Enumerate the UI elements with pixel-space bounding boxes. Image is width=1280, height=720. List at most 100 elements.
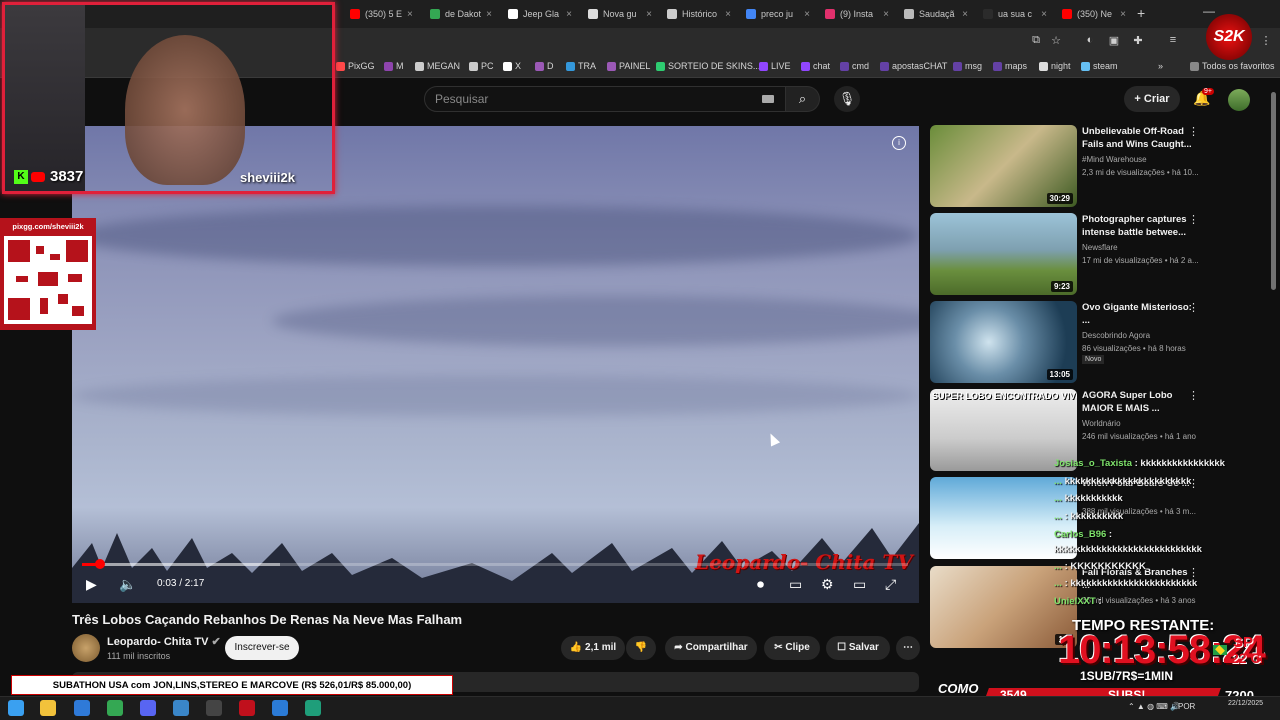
subscribe-button[interactable]: Inscrever-se [225,636,299,660]
more-options-icon[interactable]: ⋮ [1188,213,1199,226]
play-button[interactable]: ▶ [86,576,97,593]
account-avatar[interactable] [1228,89,1250,111]
tab-close-icon[interactable]: × [1120,9,1126,20]
recommended-video[interactable]: 9:23 Photographer captures intense battle… [930,213,1270,296]
recommended-title[interactable]: Unbelievable Off-Road Fails and Wins Cau… [1082,125,1192,151]
recommended-channel[interactable]: Descobrindo Agora [1082,329,1150,342]
tray-icons[interactable]: ⌃ ▲ ◍ ⌨ 🔊 [1128,702,1180,711]
create-button[interactable]: + Criar [1124,86,1180,112]
scrollbar[interactable] [1271,92,1276,290]
discord-icon[interactable] [140,700,156,716]
save-button[interactable]: ☐ Salvar [826,636,890,660]
bookmark-item[interactable]: D [535,61,554,71]
browser-tab[interactable]: ua sua c × [983,4,1047,24]
subtitles-icon[interactable]: ▭ [789,576,802,593]
recommended-channel[interactable]: Worldnário [1082,417,1121,430]
bookmark-star-icon[interactable]: ☆ [1049,34,1063,48]
more-options-icon[interactable]: ⋮ [1188,125,1199,138]
bookmark-item[interactable]: maps [993,61,1027,71]
recommended-title[interactable]: Photographer captures intense battle bet… [1082,213,1192,239]
like-button[interactable]: 👍 2,1 mil [561,636,625,660]
clip-button[interactable]: ✂ Clipe [764,636,820,660]
tab-close-icon[interactable]: × [1041,9,1047,20]
browser-tab[interactable]: (350) 5 E × [350,4,412,24]
more-actions-icon[interactable]: ⋯ [896,636,920,660]
theater-mode-icon[interactable]: ▭ [853,576,866,593]
extension-icon-2[interactable]: ▣ [1107,34,1121,48]
browser-tab[interactable]: de Dakot × [430,4,492,24]
bookmark-item[interactable]: PC [469,61,494,71]
video-thumbnail[interactable]: 13:05 [930,301,1077,383]
store-icon[interactable] [74,700,90,716]
search-button[interactable]: ⌕ [786,86,820,112]
more-options-icon[interactable]: ⋮ [1188,301,1199,314]
browser-tab[interactable]: Histórico × [667,4,731,24]
browser-tab[interactable]: Nova gu × [588,4,652,24]
bookmark-item[interactable]: chat [801,61,830,71]
tab-close-icon[interactable]: × [804,9,810,20]
record-icon[interactable] [239,700,255,716]
channel-avatar[interactable] [72,634,100,662]
tab-close-icon[interactable]: × [407,9,412,20]
obs-icon[interactable] [206,700,222,716]
channel-name[interactable]: Leopardo- Chita TV ✔ [107,635,221,648]
reading-list-icon[interactable]: ≡ [1166,34,1180,48]
extension-icon[interactable]: ◐ [1083,34,1097,48]
install-icon[interactable]: ⧉ [1029,34,1043,48]
bookmark-item[interactable]: X [503,61,521,71]
keyboard-icon[interactable] [762,95,774,103]
bookmark-item[interactable]: msg [953,61,982,71]
bookmarks-more-icon[interactable]: » [1158,61,1163,71]
video-thumbnail[interactable]: 9:23 [930,213,1077,295]
bookmark-item[interactable]: PixGG [336,61,375,71]
app-icon-2[interactable] [272,700,288,716]
bookmark-item[interactable]: night [1039,61,1071,71]
app-icon-3[interactable] [305,700,321,716]
clock[interactable]: 22/12/2025 [1228,699,1263,708]
fullscreen-icon[interactable]: ⤢ [885,576,896,593]
app-icon[interactable] [173,700,189,716]
volume-icon[interactable]: 🔈 [119,576,136,593]
autoplay-toggle[interactable]: ⏺ [757,576,764,593]
dislike-button[interactable]: 👎 [626,636,656,660]
extensions-puzzle-icon[interactable]: ✚ [1131,34,1145,48]
tab-close-icon[interactable]: × [962,9,968,20]
file-explorer-icon[interactable] [40,700,56,716]
all-favorites-folder[interactable]: Todos os favoritos [1190,61,1275,71]
chrome-icon[interactable] [107,700,123,716]
windows-start-icon[interactable] [8,700,24,716]
recommended-video[interactable]: 30:29 Unbelievable Off-Road Fails and Win… [930,125,1270,208]
browser-tab[interactable]: (9) Insta × [825,4,889,24]
tab-close-icon[interactable]: × [486,9,492,20]
browser-menu-icon[interactable]: ⋮ [1259,34,1273,48]
new-tab-button[interactable]: + [1137,5,1145,21]
progress-bar[interactable] [82,563,908,566]
video-thumbnail[interactable]: 30:29 [930,125,1077,207]
minimize-icon[interactable]: — [1203,4,1215,18]
browser-tab[interactable]: preco ju × [746,4,810,24]
language-indicator[interactable]: POR [1178,702,1195,711]
tab-close-icon[interactable]: × [725,9,731,20]
bookmark-item[interactable]: apostasCHAT [880,61,947,71]
recommended-channel[interactable]: Newsflare [1082,241,1118,254]
tab-close-icon[interactable]: × [566,9,572,20]
bookmark-item[interactable]: cmd [840,61,869,71]
recommended-channel[interactable]: #Mind Warehouse [1082,153,1147,166]
browser-tab[interactable]: (350) Ne × [1062,4,1126,24]
recommended-video[interactable]: 13:05 Ovo Gigante Misterioso: ... Descobri… [930,301,1270,384]
share-button[interactable]: ➦ Compartilhar [665,636,757,660]
bookmark-item[interactable]: M [384,61,404,71]
tab-close-icon[interactable]: × [646,9,652,20]
bookmark-item[interactable]: PAINEL [607,61,650,71]
bookmark-item[interactable]: SORTEIO DE SKINS... [656,61,760,71]
video-player[interactable] [72,126,919,603]
settings-gear-icon[interactable]: ⚙ [821,576,834,593]
bookmark-item[interactable]: TRA [566,61,596,71]
recommended-title[interactable]: Ovo Gigante Misterioso: ... [1082,301,1192,327]
bookmark-item[interactable]: LIVE [759,61,791,71]
voice-search-button[interactable]: 🎙 [834,86,860,112]
bookmark-item[interactable]: steam [1081,61,1118,71]
recommended-title[interactable]: AGORA Super Lobo MAIOR E MAIS ... [1082,389,1192,415]
bookmark-item[interactable]: MEGAN [415,61,460,71]
more-options-icon[interactable]: ⋮ [1188,389,1199,402]
